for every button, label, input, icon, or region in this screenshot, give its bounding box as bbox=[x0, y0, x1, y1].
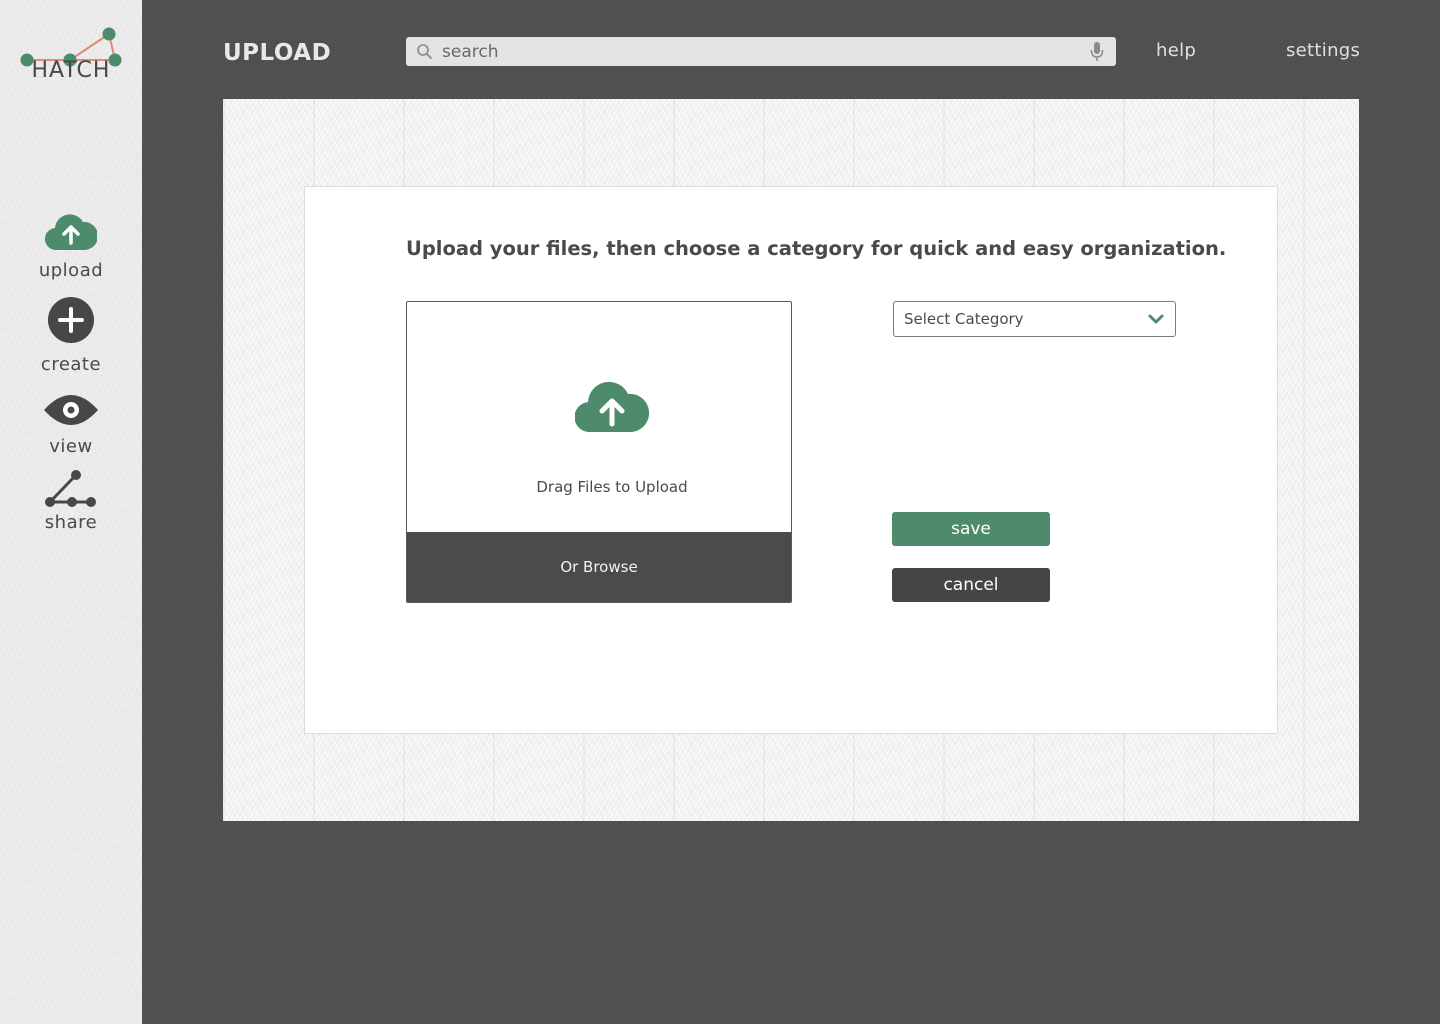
sidebar-item-label: share bbox=[44, 512, 98, 533]
sidebar-item-create[interactable]: create bbox=[0, 296, 142, 375]
microphone-icon[interactable] bbox=[1090, 41, 1104, 62]
sidebar-item-upload[interactable]: upload bbox=[0, 210, 142, 281]
file-dropzone[interactable]: Drag Files to Upload Or Browse bbox=[406, 301, 792, 603]
plus-circle-icon bbox=[48, 297, 94, 343]
cancel-button[interactable]: cancel bbox=[892, 568, 1050, 602]
cloud-upload-icon bbox=[45, 214, 97, 251]
save-button[interactable]: save bbox=[892, 512, 1050, 546]
sidebar-item-label: upload bbox=[38, 260, 104, 281]
sidebar-item-share[interactable]: share bbox=[0, 470, 142, 533]
browse-button[interactable]: Or Browse bbox=[407, 532, 791, 602]
settings-link[interactable]: settings bbox=[1286, 40, 1360, 61]
page-title: UPLOAD bbox=[223, 40, 332, 66]
chevron-down-icon bbox=[1148, 314, 1164, 324]
sidebar: HATCH upload create view share bbox=[0, 0, 142, 1024]
eye-icon bbox=[44, 395, 98, 425]
help-link[interactable]: help bbox=[1156, 40, 1196, 61]
search-icon bbox=[417, 44, 432, 59]
sidebar-item-label: view bbox=[49, 436, 93, 457]
brand-name: HATCH bbox=[31, 58, 111, 83]
share-nodes-icon bbox=[45, 470, 96, 507]
cloud-upload-icon bbox=[575, 381, 649, 433]
sidebar-item-label: create bbox=[40, 354, 102, 375]
main-canvas: Upload your files, then choose a categor… bbox=[223, 99, 1359, 821]
search-bar[interactable] bbox=[406, 37, 1116, 66]
category-select[interactable]: Select Category bbox=[893, 301, 1176, 337]
upload-card: Upload your files, then choose a categor… bbox=[304, 186, 1278, 734]
upload-instructions: Upload your files, then choose a categor… bbox=[406, 237, 1227, 260]
sidebar-item-view[interactable]: view bbox=[0, 392, 142, 457]
dropzone-label: Drag Files to Upload bbox=[536, 478, 688, 496]
search-input[interactable] bbox=[442, 37, 1082, 66]
category-select-value: Select Category bbox=[904, 310, 1024, 328]
